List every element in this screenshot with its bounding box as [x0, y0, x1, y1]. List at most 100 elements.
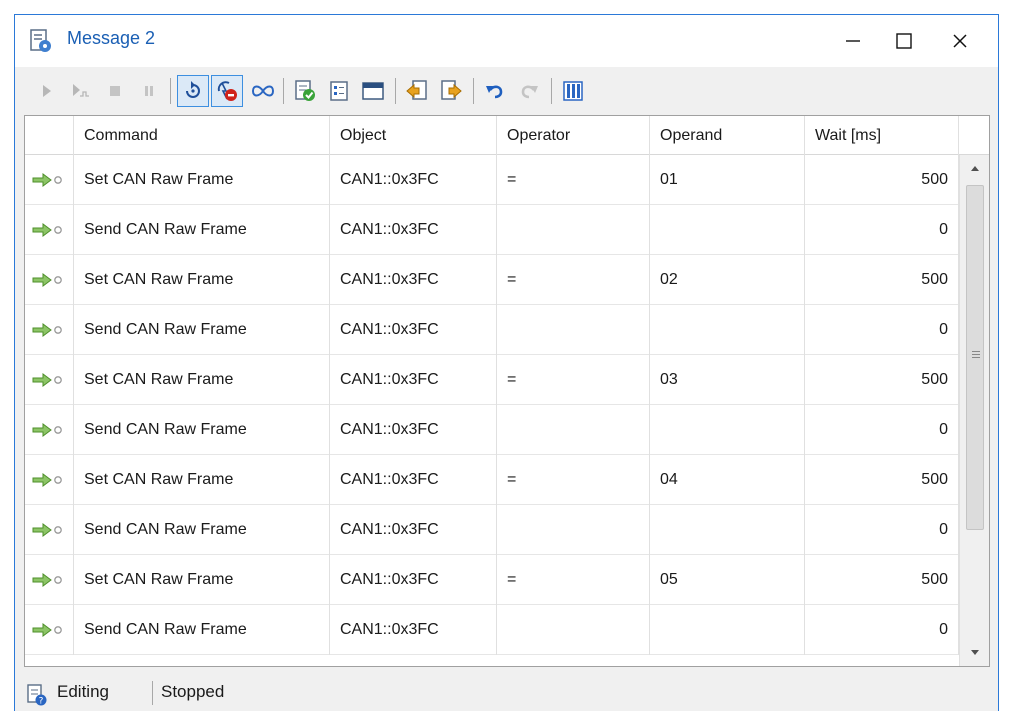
column-header-object[interactable]: Object	[330, 116, 497, 155]
command-cell[interactable]: Send CAN Raw Frame	[74, 605, 330, 655]
close-button[interactable]	[934, 15, 986, 67]
row-indicator	[25, 605, 74, 655]
table-row[interactable]: Set CAN Raw Frame CAN1::0x3FC = 04 500	[25, 455, 959, 505]
operand-cell[interactable]: 03	[650, 355, 805, 405]
command-cell[interactable]: Send CAN Raw Frame	[74, 505, 330, 555]
operand-cell[interactable]	[650, 405, 805, 455]
pause-button[interactable]	[133, 75, 165, 107]
command-cell[interactable]: Send CAN Raw Frame	[74, 405, 330, 455]
operator-cell[interactable]: =	[497, 255, 650, 305]
wait-cell[interactable]: 500	[805, 355, 959, 405]
command-cell[interactable]: Set CAN Raw Frame	[74, 355, 330, 405]
wait-cell[interactable]: 500	[805, 255, 959, 305]
table-row[interactable]: Send CAN Raw Frame CAN1::0x3FC 0	[25, 205, 959, 255]
column-header-operand[interactable]: Operand	[650, 116, 805, 155]
table-row[interactable]: Send CAN Raw Frame CAN1::0x3FC 0	[25, 505, 959, 555]
list-button[interactable]	[323, 75, 355, 107]
operand-cell[interactable]: 04	[650, 455, 805, 505]
operand-cell[interactable]	[650, 305, 805, 355]
stop-button[interactable]	[99, 75, 131, 107]
column-header-wait[interactable]: Wait [ms]	[805, 116, 959, 155]
undo-button[interactable]	[479, 75, 511, 107]
operator-cell[interactable]: =	[497, 155, 650, 205]
object-cell[interactable]: CAN1::0x3FC	[330, 455, 497, 505]
operator-cell[interactable]: =	[497, 355, 650, 405]
operator-cell[interactable]: =	[497, 555, 650, 605]
row-indicator	[25, 355, 74, 405]
operand-cell[interactable]: 02	[650, 255, 805, 305]
table-row[interactable]: Set CAN Raw Frame CAN1::0x3FC = 01 500	[25, 155, 959, 205]
command-cell[interactable]: Set CAN Raw Frame	[74, 255, 330, 305]
toolbar-separator	[395, 78, 396, 104]
object-cell[interactable]: CAN1::0x3FC	[330, 505, 497, 555]
title-bar[interactable]: Message 2	[15, 15, 998, 67]
table-row[interactable]: Send CAN Raw Frame CAN1::0x3FC 0	[25, 405, 959, 455]
command-cell[interactable]: Set CAN Raw Frame	[74, 455, 330, 505]
import-button[interactable]	[401, 75, 433, 107]
row-indicator	[25, 455, 74, 505]
vertical-scrollbar[interactable]	[959, 155, 989, 666]
operator-cell[interactable]: =	[497, 455, 650, 505]
table-row[interactable]: Set CAN Raw Frame CAN1::0x3FC = 02 500	[25, 255, 959, 305]
table-row[interactable]: Set CAN Raw Frame CAN1::0x3FC = 03 500	[25, 355, 959, 405]
command-cell[interactable]: Set CAN Raw Frame	[74, 555, 330, 605]
column-header-operator[interactable]: Operator	[497, 116, 650, 155]
command-arrow-icon	[32, 523, 62, 537]
wait-cell[interactable]: 0	[805, 605, 959, 655]
wait-cell[interactable]: 500	[805, 155, 959, 205]
operand-cell[interactable]: 05	[650, 555, 805, 605]
play-button[interactable]	[31, 75, 63, 107]
maximize-button[interactable]	[878, 15, 930, 67]
columns-button[interactable]	[557, 75, 589, 107]
object-cell[interactable]: CAN1::0x3FC	[330, 205, 497, 255]
operand-cell[interactable]	[650, 505, 805, 555]
object-cell[interactable]: CAN1::0x3FC	[330, 155, 497, 205]
operator-cell[interactable]	[497, 305, 650, 355]
row-indicator-header	[25, 116, 74, 155]
operator-cell[interactable]	[497, 205, 650, 255]
command-cell[interactable]: Set CAN Raw Frame	[74, 155, 330, 205]
scroll-down-button[interactable]	[960, 640, 989, 666]
list-icon	[330, 81, 348, 101]
export-button[interactable]	[435, 75, 467, 107]
redo-icon	[521, 85, 538, 99]
command-cell[interactable]: Send CAN Raw Frame	[74, 305, 330, 355]
column-header-command[interactable]: Command	[74, 116, 330, 155]
wait-cell[interactable]: 0	[805, 405, 959, 455]
scroll-up-button[interactable]	[960, 155, 989, 181]
check-button[interactable]	[289, 75, 321, 107]
table-row[interactable]: Send CAN Raw Frame CAN1::0x3FC 0	[25, 605, 959, 655]
command-arrow-icon	[32, 623, 62, 637]
object-cell[interactable]: CAN1::0x3FC	[330, 355, 497, 405]
operator-cell[interactable]	[497, 405, 650, 455]
object-cell[interactable]: CAN1::0x3FC	[330, 555, 497, 605]
operand-cell[interactable]	[650, 605, 805, 655]
loop-once-button[interactable]	[177, 75, 209, 107]
operator-cell[interactable]	[497, 505, 650, 555]
row-indicator	[25, 505, 74, 555]
wait-cell[interactable]: 0	[805, 205, 959, 255]
object-cell[interactable]: CAN1::0x3FC	[330, 305, 497, 355]
message-window-icon	[29, 29, 53, 53]
object-cell[interactable]: CAN1::0x3FC	[330, 605, 497, 655]
table-row[interactable]: Send CAN Raw Frame CAN1::0x3FC 0	[25, 305, 959, 355]
step-button[interactable]	[65, 75, 97, 107]
redo-button[interactable]	[513, 75, 545, 107]
window-button[interactable]	[357, 75, 389, 107]
operand-cell[interactable]: 01	[650, 155, 805, 205]
scroll-grip-icon	[972, 351, 980, 360]
object-cell[interactable]: CAN1::0x3FC	[330, 255, 497, 305]
command-cell[interactable]: Send CAN Raw Frame	[74, 205, 330, 255]
loop-stop-button[interactable]	[211, 75, 243, 107]
infinite-loop-button[interactable]	[247, 75, 279, 107]
wait-cell[interactable]: 500	[805, 455, 959, 505]
object-cell[interactable]: CAN1::0x3FC	[330, 405, 497, 455]
wait-cell[interactable]: 500	[805, 555, 959, 605]
wait-cell[interactable]: 0	[805, 505, 959, 555]
operand-cell[interactable]	[650, 205, 805, 255]
operator-cell[interactable]	[497, 605, 650, 655]
minimize-button[interactable]	[827, 15, 879, 67]
table-row[interactable]: Set CAN Raw Frame CAN1::0x3FC = 05 500	[25, 555, 959, 605]
loop-stop-icon	[217, 81, 237, 101]
wait-cell[interactable]: 0	[805, 305, 959, 355]
